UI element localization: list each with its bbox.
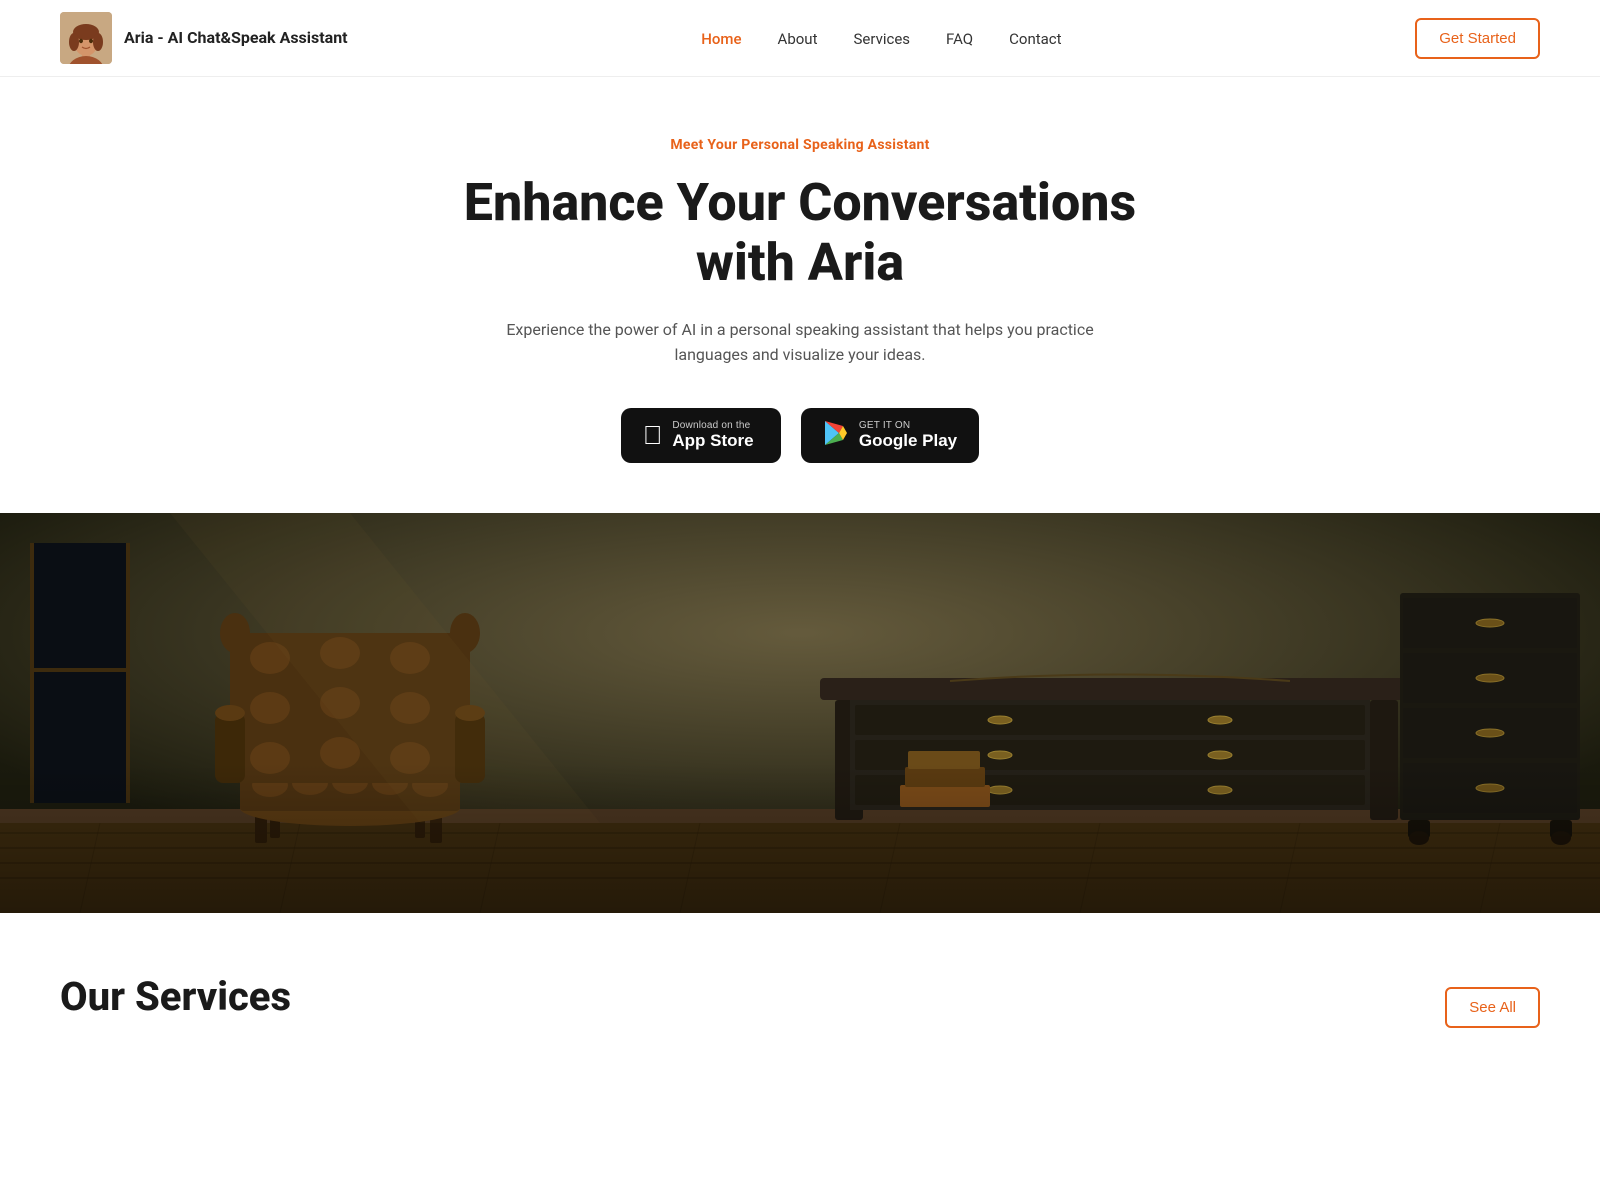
brand-avatar bbox=[60, 12, 112, 64]
google-play-label-large: Google Play bbox=[859, 431, 957, 451]
brand-title: Aria - AI Chat&Speak Assistant bbox=[124, 28, 348, 49]
app-store-label-small: Download on the bbox=[672, 420, 753, 431]
google-play-icon bbox=[823, 420, 849, 450]
navbar: Aria - AI Chat&Speak Assistant Home Abou… bbox=[0, 0, 1600, 77]
nav-about[interactable]: About bbox=[778, 30, 818, 48]
hero-cta-buttons:  Download on the App Store GET IT ON Go… bbox=[420, 408, 1180, 463]
nav-services[interactable]: Services bbox=[854, 30, 911, 48]
google-play-button[interactable]: GET IT ON Google Play bbox=[801, 408, 979, 463]
hero-title: Enhance Your Conversations with Aria bbox=[420, 173, 1180, 293]
app-store-button[interactable]:  Download on the App Store bbox=[621, 408, 781, 463]
nav-faq[interactable]: FAQ bbox=[946, 30, 973, 48]
nav-links: Home About Services FAQ Contact bbox=[701, 29, 1061, 48]
hero-description: Experience the power of AI in a personal… bbox=[490, 317, 1110, 368]
hero-subtitle: Meet Your Personal Speaking Assistant bbox=[420, 137, 1180, 153]
see-all-button[interactable]: See All bbox=[1445, 987, 1540, 1028]
hero-room-image bbox=[0, 513, 1600, 913]
services-section: Our Services See All bbox=[0, 913, 1600, 1098]
google-play-text: GET IT ON Google Play bbox=[859, 420, 957, 451]
get-started-button[interactable]: Get Started bbox=[1415, 18, 1540, 59]
app-store-label-large: App Store bbox=[672, 431, 753, 451]
nav-contact[interactable]: Contact bbox=[1009, 30, 1061, 48]
hero-section: Meet Your Personal Speaking Assistant En… bbox=[400, 77, 1200, 513]
nav-home[interactable]: Home bbox=[701, 30, 741, 48]
google-play-label-small: GET IT ON bbox=[859, 420, 957, 431]
app-store-text: Download on the App Store bbox=[672, 420, 753, 451]
services-header: Our Services See All bbox=[60, 973, 1540, 1028]
brand-logo[interactable]: Aria - AI Chat&Speak Assistant bbox=[60, 12, 348, 64]
services-title: Our Services bbox=[60, 973, 291, 1020]
apple-icon:  bbox=[643, 422, 663, 448]
